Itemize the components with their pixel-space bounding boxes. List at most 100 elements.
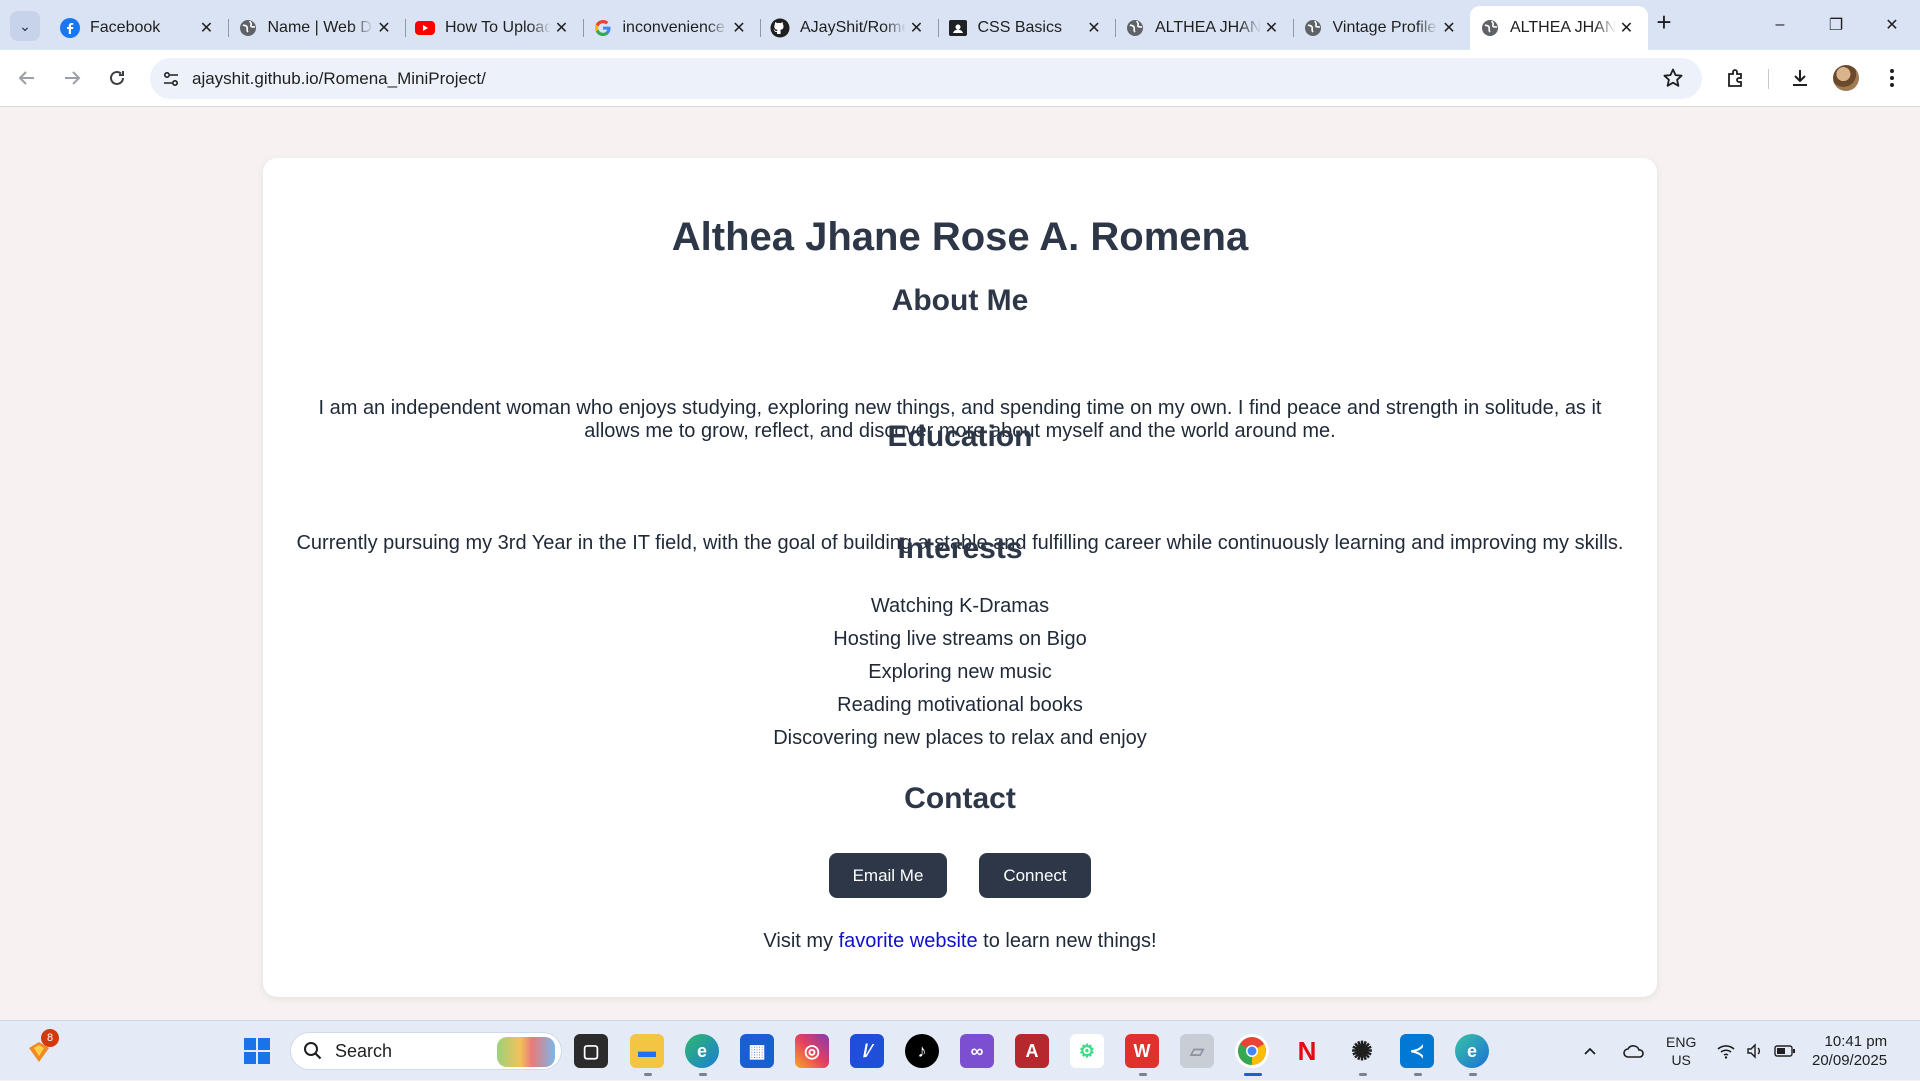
tab-title: Name | Web Developer <box>267 19 374 36</box>
tab-facebook[interactable]: Facebook ✕ <box>50 9 228 47</box>
avatar <box>1833 65 1859 91</box>
close-icon[interactable]: ✕ <box>373 18 395 38</box>
reload-icon <box>110 70 124 85</box>
profile-button[interactable] <box>1828 60 1864 96</box>
page-viewport: Althea Jhane Rose A. Romena About Me I a… <box>0 108 1920 1020</box>
wps-icon[interactable]: W <box>1125 1034 1159 1068</box>
close-icon[interactable]: ✕ <box>551 18 573 38</box>
azure-icon[interactable]: /⁄ <box>850 1034 884 1068</box>
taskbar: 8 Search ▢ ▬ e ▦ ◎ /⁄ ♪ ∞ A ⚙ W ▱ N ✺ ≺ … <box>0 1020 1920 1080</box>
extensions-button[interactable] <box>1718 60 1754 96</box>
kebab-menu-icon <box>1890 69 1894 87</box>
tab-google[interactable]: inconvenience ✕ <box>582 9 761 47</box>
browser-menu-button[interactable] <box>1874 60 1910 96</box>
youtube-icon <box>415 18 435 38</box>
toolbar-divider <box>1768 69 1769 89</box>
back-button[interactable] <box>11 62 43 94</box>
list-item: Reading motivational books <box>837 694 1083 716</box>
instagram-icon[interactable]: ◎ <box>795 1034 829 1068</box>
file-explorer-icon[interactable]: ▬ <box>630 1034 664 1068</box>
task-view-icon[interactable]: ▢ <box>574 1034 608 1068</box>
tab-title: How To Upload <box>445 19 551 36</box>
connect-button[interactable]: Connect <box>979 853 1091 898</box>
close-icon[interactable]: ✕ <box>196 18 218 38</box>
windows-start-icon <box>244 1038 270 1064</box>
forward-button[interactable] <box>56 62 88 94</box>
access-icon[interactable]: A <box>1015 1034 1049 1068</box>
tab-strip: ⌄ Facebook ✕ Name | Web Developer ✕ How … <box>0 0 1920 50</box>
close-icon[interactable]: ✕ <box>728 18 750 38</box>
address-bar[interactable]: ajayshit.github.io/Romena_MiniProject/ <box>150 58 1702 99</box>
tab-name-web[interactable]: Name | Web Developer ✕ <box>227 9 406 47</box>
profile-card: Althea Jhane Rose A. Romena About Me I a… <box>263 158 1657 997</box>
visit-prefix: Visit my <box>763 930 839 952</box>
vscode-icon[interactable]: ≺ <box>1400 1034 1434 1068</box>
tab-althea-active[interactable]: ALTHEA JHANE ✕ <box>1470 6 1648 50</box>
chatgpt-icon[interactable]: ✺ <box>1345 1034 1379 1068</box>
globe-icon <box>238 18 258 38</box>
visual-studio-icon[interactable]: ∞ <box>960 1034 994 1068</box>
close-icon[interactable]: ✕ <box>1083 18 1105 38</box>
favorite-website-link[interactable]: favorite website <box>839 930 978 952</box>
edge-canary-icon[interactable]: e <box>1455 1034 1489 1068</box>
running-indicator <box>1359 1073 1367 1076</box>
window-controls: – ❐ ✕ <box>1752 0 1920 50</box>
downloads-button[interactable] <box>1782 60 1818 96</box>
paper-icon[interactable]: ▱ <box>1180 1034 1214 1068</box>
taskbar-search[interactable]: Search <box>290 1032 562 1070</box>
tab-search-button[interactable]: ⌄ <box>10 11 40 41</box>
show-hidden-icons[interactable] <box>1582 1021 1598 1081</box>
education-heading: Education <box>887 420 1033 453</box>
android-studio-icon[interactable]: ⚙ <box>1070 1034 1104 1068</box>
contact-heading: Contact <box>904 782 1016 815</box>
tab-youtube[interactable]: How To Upload ✕ <box>405 9 583 47</box>
tiktok-icon[interactable]: ♪ <box>905 1034 939 1068</box>
search-placeholder: Search <box>335 1040 393 1061</box>
reload-button[interactable] <box>101 62 133 94</box>
tab-althea-1[interactable]: ALTHEA JHANE ✕ <box>1115 9 1293 47</box>
minimize-button[interactable]: – <box>1752 0 1808 50</box>
close-icon[interactable]: ✕ <box>1261 18 1283 38</box>
email-me-button[interactable]: Email Me <box>829 853 947 898</box>
volume-icon <box>1747 1043 1760 1059</box>
close-icon[interactable]: ✕ <box>1438 18 1460 38</box>
running-indicator <box>1139 1073 1147 1076</box>
tab-title: Facebook <box>90 19 161 36</box>
restore-button[interactable]: ❐ <box>1808 0 1864 50</box>
new-tab-button[interactable]: + <box>1651 9 1677 36</box>
netflix-icon[interactable]: N <box>1290 1034 1324 1068</box>
tab-css-basics[interactable]: CSS Basics ✕ <box>937 9 1116 47</box>
quick-settings[interactable] <box>1716 1021 1796 1081</box>
close-icon[interactable]: ✕ <box>906 18 928 38</box>
edge-icon[interactable]: e <box>685 1034 719 1068</box>
close-icon[interactable]: ✕ <box>1616 18 1638 38</box>
tab-title: Vintage Profile <box>1332 19 1437 36</box>
interests-heading: Interests <box>897 532 1023 565</box>
tab-title: AJayShit/Romena <box>800 19 906 36</box>
visit-suffix: to learn new things! <box>977 930 1157 952</box>
tab-title: inconvenience <box>622 19 725 36</box>
start-button[interactable] <box>240 1034 274 1068</box>
tab-title: ALTHEA JHANE <box>1155 19 1261 36</box>
tab-vintage-profile[interactable]: Vintage Profile ✕ <box>1292 9 1471 47</box>
language-indicator[interactable]: ENG US <box>1666 1021 1696 1081</box>
bookmark-star-icon[interactable] <box>1662 67 1684 94</box>
running-indicator <box>699 1073 707 1076</box>
close-window-button[interactable]: ✕ <box>1864 0 1920 50</box>
microsoft-store-icon[interactable]: ▦ <box>740 1034 774 1068</box>
globe-icon <box>1125 18 1145 38</box>
search-icon <box>304 1042 322 1060</box>
lang-bottom: US <box>1671 1052 1691 1068</box>
visit-line: Visit my favorite website to learn new t… <box>263 930 1657 953</box>
site-info-icon[interactable] <box>150 70 192 88</box>
system-clock[interactable]: 10:41 pm 20/09/2025 <box>1812 1021 1887 1081</box>
page-title: Althea Jhane Rose A. Romena <box>671 215 1249 259</box>
chrome-icon[interactable] <box>1235 1034 1269 1068</box>
notification-badge: 8 <box>41 1029 59 1047</box>
url-text: ajayshit.github.io/Romena_MiniProject/ <box>192 68 486 88</box>
globe-icon <box>1303 18 1323 38</box>
onedrive-tray[interactable] <box>1622 1021 1646 1081</box>
globe-icon <box>1480 18 1500 38</box>
tab-github[interactable]: AJayShit/Romena ✕ <box>760 9 938 47</box>
list-item: Hosting live streams on Bigo <box>833 628 1087 650</box>
